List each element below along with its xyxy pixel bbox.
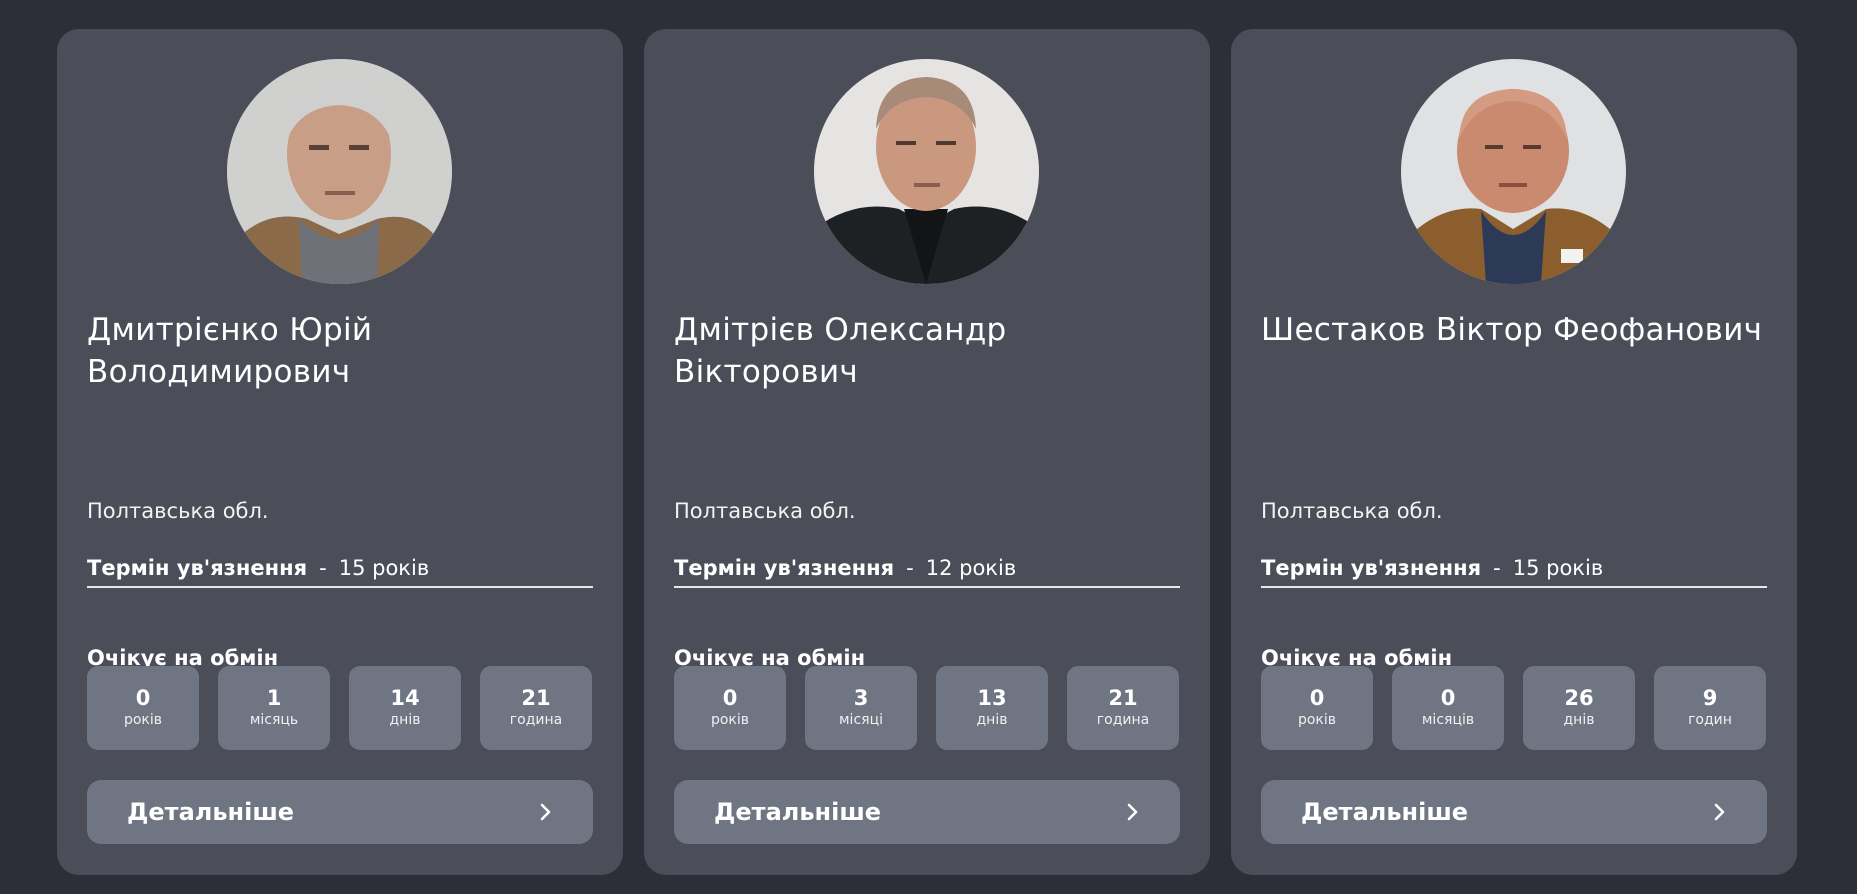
term-label: Термін ув'язнення	[674, 556, 895, 580]
avatar	[1401, 59, 1626, 284]
details-button-label: Детальніше	[714, 798, 882, 826]
counter-months: 0 місяців	[1392, 666, 1504, 750]
details-button-label: Детальніше	[127, 798, 295, 826]
counter-unit: років	[1297, 712, 1337, 728]
counter-unit: година	[1096, 712, 1150, 728]
counter-days: 13 днів	[936, 666, 1048, 750]
details-button[interactable]: Детальніше	[87, 780, 593, 844]
prisoner-card: Дмитрієнко Юрій Володимирович Полтавська…	[57, 29, 623, 875]
counter-unit: років	[123, 712, 163, 728]
counter-unit: місяців	[1421, 712, 1475, 728]
term-label: Термін ув'язнення	[87, 556, 308, 580]
counter-unit: година	[509, 712, 563, 728]
counter-unit: днів	[389, 712, 421, 728]
counter-unit: років	[710, 712, 750, 728]
region: Полтавська обл.	[87, 499, 269, 523]
divider	[674, 586, 1180, 588]
counter-value: 13	[977, 686, 1007, 710]
avatar	[227, 59, 452, 284]
counter-years: 0 років	[674, 666, 786, 750]
counter-unit: місяць	[249, 712, 299, 728]
counter-value: 21	[1108, 686, 1138, 710]
waiting-time-counters: 0 років 3 місяці 13 днів 21 година	[674, 666, 1179, 750]
term-value: 12 років	[925, 556, 1017, 580]
prisoner-name: Дмітрієв Олександр Вікторович	[674, 312, 1007, 390]
portrait-photo	[814, 59, 1039, 284]
counter-value: 26	[1564, 686, 1594, 710]
sentence-term: Термін ув'язнення -15 років	[1261, 556, 1603, 580]
chevron-right-icon	[1714, 803, 1725, 821]
term-value: 15 років	[338, 556, 430, 580]
counter-hours: 9 годин	[1654, 666, 1766, 750]
counter-value: 14	[390, 686, 420, 710]
counter-unit: днів	[976, 712, 1008, 728]
counter-value: 0	[135, 686, 151, 710]
term-separator: -	[1493, 556, 1501, 580]
counter-years: 0 років	[87, 666, 199, 750]
waiting-time-counters: 0 років 0 місяців 26 днів 9 годин	[1261, 666, 1766, 750]
chevron-right-icon	[1127, 803, 1138, 821]
chevron-right-icon	[540, 803, 551, 821]
prisoner-cards: Дмитрієнко Юрій Володимирович Полтавська…	[57, 29, 1797, 875]
avatar	[814, 59, 1039, 284]
prisoner-card: Шестаков Віктор Феофанович Полтавська об…	[1231, 29, 1797, 875]
counter-value: 21	[521, 686, 551, 710]
counter-years: 0 років	[1261, 666, 1373, 750]
counter-hours: 21 година	[1067, 666, 1179, 750]
counter-value: 0	[1440, 686, 1456, 710]
counter-value: 9	[1702, 686, 1718, 710]
counter-days: 14 днів	[349, 666, 461, 750]
details-button[interactable]: Детальніше	[674, 780, 1180, 844]
sentence-term: Термін ув'язнення -12 років	[674, 556, 1016, 580]
details-button[interactable]: Детальніше	[1261, 780, 1767, 844]
prisoner-name: Дмитрієнко Юрій Володимирович	[87, 312, 373, 390]
divider	[87, 586, 593, 588]
counter-unit: місяці	[839, 712, 883, 728]
counter-months: 3 місяці	[805, 666, 917, 750]
counter-value: 0	[722, 686, 738, 710]
prisoner-card: Дмітрієв Олександр Вікторович Полтавська…	[644, 29, 1210, 875]
term-separator: -	[906, 556, 914, 580]
portrait-photo	[227, 59, 452, 284]
counter-value: 0	[1309, 686, 1325, 710]
details-button-label: Детальніше	[1301, 798, 1469, 826]
counter-value: 3	[853, 686, 869, 710]
term-label: Термін ув'язнення	[1261, 556, 1482, 580]
counter-unit: днів	[1563, 712, 1595, 728]
counter-unit: годин	[1688, 712, 1732, 728]
region: Полтавська обл.	[674, 499, 856, 523]
counter-days: 26 днів	[1523, 666, 1635, 750]
portrait-photo	[1401, 59, 1626, 284]
counter-hours: 21 година	[480, 666, 592, 750]
region: Полтавська обл.	[1261, 499, 1443, 523]
divider	[1261, 586, 1767, 588]
sentence-term: Термін ув'язнення -15 років	[87, 556, 429, 580]
term-value: 15 років	[1512, 556, 1604, 580]
waiting-time-counters: 0 років 1 місяць 14 днів 21 година	[87, 666, 592, 750]
counter-months: 1 місяць	[218, 666, 330, 750]
counter-value: 1	[266, 686, 282, 710]
prisoner-name: Шестаков Віктор Феофанович	[1261, 312, 1763, 348]
term-separator: -	[319, 556, 327, 580]
